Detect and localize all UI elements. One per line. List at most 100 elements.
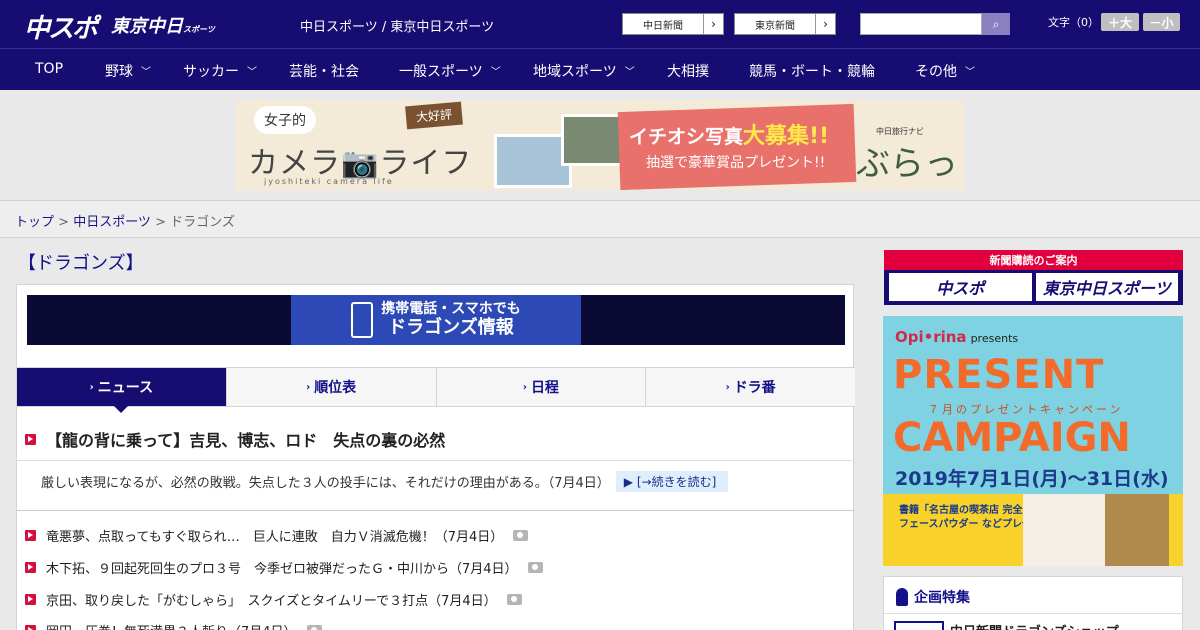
font-size-label: 文字（0） — [1048, 16, 1099, 29]
nav-item-entertainment[interactable]: 芸能・社会 — [289, 61, 359, 81]
subscribe-chuspo-logo[interactable]: 中スポ — [889, 273, 1032, 301]
tab-news[interactable]: › ニュース — [17, 368, 227, 413]
nav-label: 野球 — [105, 64, 133, 80]
news-text: 岡田、圧巻！無死満塁３人斬り（7月4日） — [46, 621, 297, 630]
news-item[interactable]: 京田、取り戻した「がむしゃら」 スクイズとタイムリーで３打点（7月4日） — [25, 590, 522, 609]
banner-pink-line1-pre: イチオシ写真 — [629, 126, 744, 148]
main-nav: TOP 野球 ﹀ サッカー ﹀ 芸能・社会 一般スポーツ ﹀ 地域スポーツ ﹀ 大相撲 … — [0, 48, 1200, 90]
dragons-shop-link[interactable]: 中日新聞ドラゴンズショップ — [950, 621, 1119, 630]
logo2-text: 東京中日 — [111, 16, 183, 37]
nav-item-other[interactable]: その他 ﹀ — [915, 61, 975, 81]
tab-label: ドラ番 — [733, 380, 776, 396]
search-input[interactable] — [860, 13, 982, 35]
nav-label: 芸能・社会 — [289, 64, 359, 80]
breadcrumb-top[interactable]: トップ — [15, 215, 54, 230]
banner-subtitle: jyoshiteki camera life — [264, 177, 394, 186]
breadcrumb-section[interactable]: 中日スポーツ — [73, 215, 151, 230]
nav-item-baseball[interactable]: 野球 ﹀ — [105, 61, 151, 81]
nav-item-top[interactable]: TOP — [35, 61, 63, 77]
breadcrumb-current: ドラゴンズ — [170, 215, 235, 230]
nav-item-local-sports[interactable]: 地域スポーツ ﹀ — [533, 61, 635, 81]
chevron-down-icon: ﹀ — [490, 67, 501, 78]
subscribe-tokyo-chunichi-logo[interactable]: 東京中日スポーツ — [1035, 273, 1178, 301]
search-button[interactable]: ⌕ — [982, 13, 1010, 35]
caret-right-icon: › — [89, 381, 94, 393]
bullet-arrow-icon — [25, 433, 36, 445]
chevron-down-icon: ﹀ — [141, 67, 151, 78]
mobile-dragons-banner[interactable]: 携帯電話・スマホでも ドラゴンズ情報 — [27, 295, 845, 345]
mobile-banner-inner: 携帯電話・スマホでも ドラゴンズ情報 — [291, 295, 581, 345]
bullet-arrow-icon — [25, 625, 36, 630]
chunichi-shimbun-button[interactable]: 中日新聞 › — [622, 13, 724, 35]
camera-icon — [513, 530, 529, 541]
chevron-down-icon: ﹀ — [624, 67, 635, 78]
promo-presents: presents — [970, 332, 1019, 345]
font-smaller-button[interactable]: －小 — [1143, 13, 1180, 31]
news-item[interactable]: 竜悪夢、点取ってもすぐ取られ… 巨人に連敗 自力Ｖ消滅危機！（7月4日） — [25, 526, 529, 545]
tab-reporter[interactable]: › ドラ番 — [646, 368, 855, 406]
dragons-shop-thumbnail[interactable] — [894, 621, 944, 630]
chevron-right-icon: › — [815, 14, 835, 34]
divider — [17, 510, 855, 511]
subscription-box[interactable]: 新聞購読のご案内 中スポ 東京中日スポーツ — [884, 250, 1183, 305]
camera-life-banner[interactable]: 女子的 大好評 カメラ📷ライフ jyoshiteki camera life イ… — [236, 100, 964, 190]
breadcrumb-sep: > — [155, 215, 171, 230]
headline[interactable]: 【龍の背に乗って】吉見、博志、ロド 失点の裏の必然 — [25, 427, 445, 451]
font-bigger-button[interactable]: ＋大 — [1101, 13, 1139, 31]
special-features-box: 企画特集 中日新聞ドラゴンズショップ — [883, 576, 1183, 630]
caret-right-icon: › — [522, 381, 527, 393]
subscription-logos: 中スポ 東京中日スポーツ — [889, 273, 1178, 301]
read-more-link[interactable]: ▶ [→続きを読む] — [615, 471, 729, 492]
nav-label: 地域スポーツ — [533, 64, 617, 80]
nav-item-general-sports[interactable]: 一般スポーツ ﹀ — [399, 61, 501, 81]
news-text: 竜悪夢、点取ってもすぐ取られ… 巨人に連敗 自力Ｖ消滅危機！（7月4日） — [46, 530, 504, 545]
banner-pink-line1-big: 大募集!! — [743, 124, 830, 149]
top-header: 中スポ 東京中日スポーツ 中日スポーツ / 東京中日スポーツ 中日新聞 › 東京… — [0, 0, 1200, 48]
nav-label: 競馬・ボート・競輪 — [749, 64, 875, 80]
tokyo-chunichi-logo[interactable]: 東京中日スポーツ — [111, 12, 215, 38]
tab-standings[interactable]: › 順位表 — [226, 368, 437, 406]
divider — [884, 613, 1182, 614]
present-campaign-ad[interactable]: Opi•rina presents PRESENT ７月のプレゼントキャンペーン … — [883, 316, 1183, 566]
headline-title: 【龍の背に乗って】吉見、博志、ロド 失点の裏の必然 — [46, 431, 446, 450]
content-tabs: › ニュース › 順位表 › 日程 › ドラ番 — [17, 367, 855, 413]
news-text: 木下拓、９回起死回生のプロ３号 今季ゼロ被弾だったＧ・中川から（7月4日） — [46, 562, 518, 577]
divider — [17, 460, 855, 461]
news-text: 京田、取り戻した「がむしゃら」 スクイズとタイムリーで３打点（7月4日） — [46, 594, 497, 609]
caret-right-icon: › — [725, 381, 730, 393]
news-item[interactable]: 木下拓、９回起死回生のプロ３号 今季ゼロ被弾だったＧ・中川から（7月4日） — [25, 558, 543, 577]
bullet-arrow-icon — [25, 562, 36, 573]
tab-label: ニュース — [97, 380, 154, 396]
smartphone-icon — [351, 302, 374, 338]
tokyo-shimbun-button[interactable]: 東京新聞 › — [734, 13, 836, 35]
breadcrumb: トップ > 中日スポーツ > ドラゴンズ — [0, 200, 1200, 238]
logo2-small: スポーツ — [183, 25, 215, 34]
chuspo-logo[interactable]: 中スポ — [24, 8, 98, 45]
site-links[interactable]: 中日スポーツ / 東京中日スポーツ — [300, 16, 494, 35]
nav-item-sumo[interactable]: 大相撲 — [667, 61, 709, 81]
promo-date: 2019年7月1日(月)〜31日(水) — [895, 468, 1169, 490]
news-item[interactable]: 岡田、圧巻！無死満塁３人斬り（7月4日） — [25, 621, 322, 630]
nav-item-soccer[interactable]: サッカー ﹀ — [183, 61, 257, 81]
tab-label: 順位表 — [314, 380, 357, 396]
chevron-right-icon: › — [703, 14, 723, 34]
camera-icon — [527, 562, 543, 573]
subscription-title: 新聞購読のご案内 — [884, 250, 1183, 270]
summary-text: 厳しい表現になるが、必然の敗戦。失点した３人の投手には、それだけの理由がある。（… — [41, 476, 610, 491]
promo-book-image — [1105, 494, 1169, 566]
banner-badge: 女子的 — [254, 106, 316, 134]
bullet-arrow-icon — [25, 530, 36, 541]
tab-schedule[interactable]: › 日程 — [436, 368, 647, 406]
headline-summary: 厳しい表現になるが、必然の敗戦。失点した３人の投手には、それだけの理由がある。（… — [41, 471, 729, 492]
nav-item-racing[interactable]: 競馬・ボート・競輪 — [749, 61, 875, 81]
banner-pink-line1: イチオシ写真大募集!! — [629, 118, 829, 150]
page-title: 【ドラゴンズ】 — [18, 253, 144, 274]
nav-label: TOP — [35, 61, 64, 77]
promo-word-present: PRESENT — [893, 352, 1105, 398]
promo-brand: Opi•rina presents — [895, 328, 1018, 346]
breadcrumb-sep: > — [58, 215, 74, 230]
camera-icon — [306, 625, 322, 630]
ribbon-badge-icon — [896, 588, 908, 606]
tab-label: 日程 — [530, 380, 559, 396]
nav-label: その他 — [915, 64, 957, 80]
